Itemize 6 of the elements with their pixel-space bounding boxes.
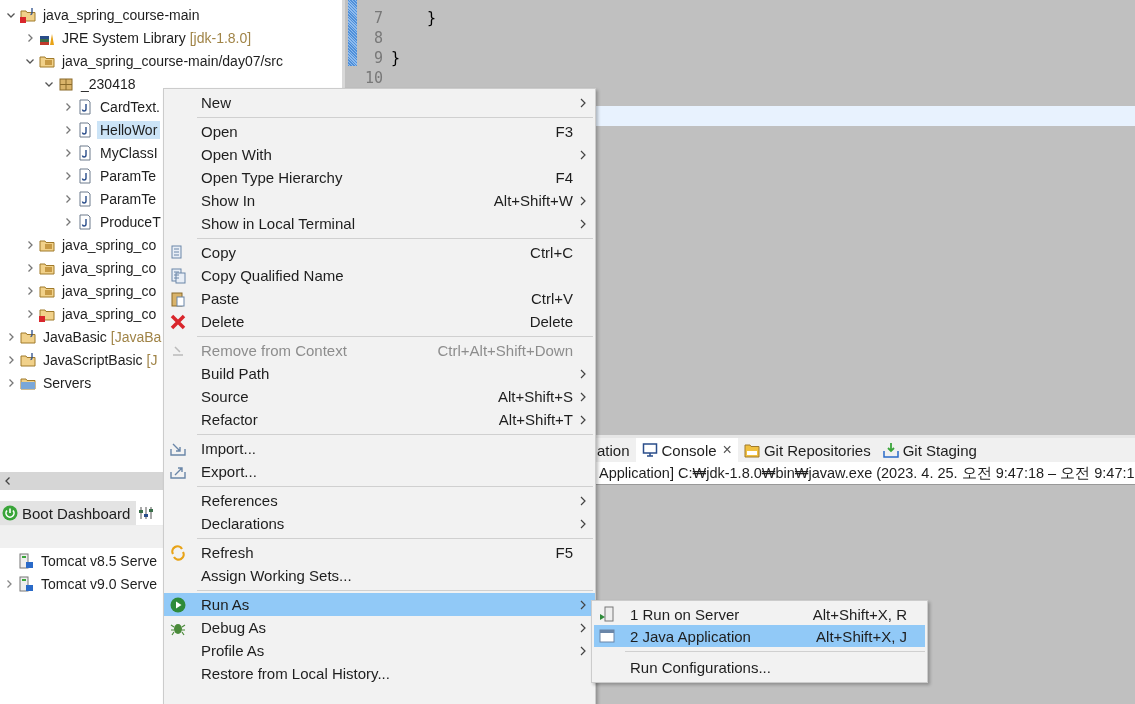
line-number: 7 [372,9,384,27]
line-number: 10 [363,69,384,87]
line-number: 9 [372,49,384,67]
code-line: } [391,49,401,67]
code-line: } [426,9,437,27]
line-number: 8 [372,29,384,47]
